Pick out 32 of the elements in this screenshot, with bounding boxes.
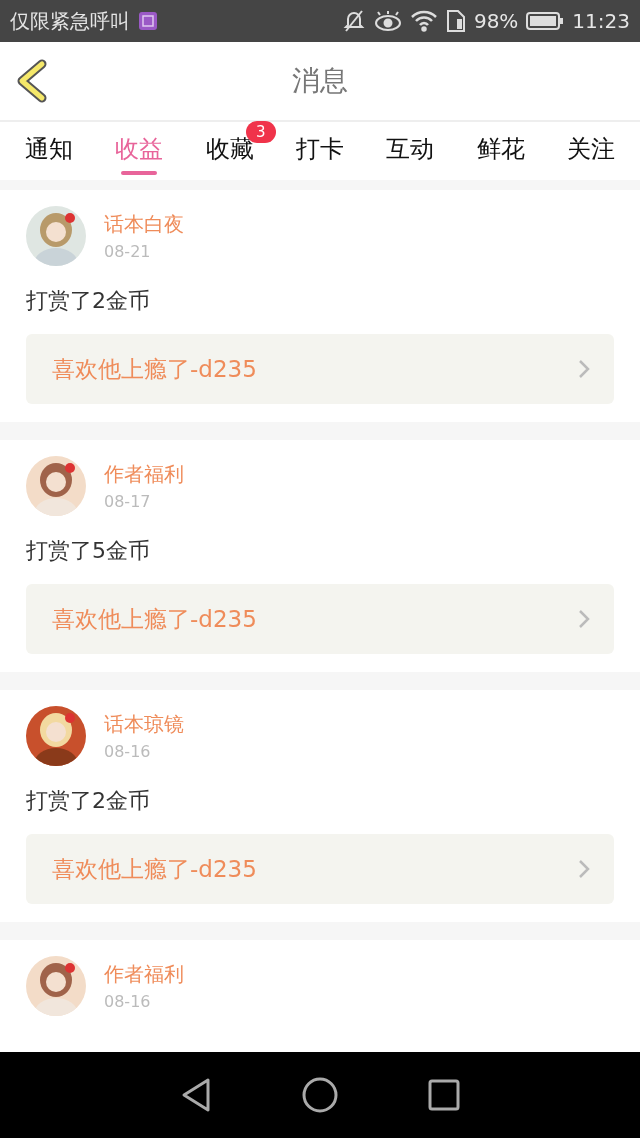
tab[interactable]: 互动 bbox=[382, 127, 439, 175]
tab[interactable]: 关注 bbox=[562, 127, 619, 175]
sim-card-icon bbox=[445, 9, 466, 33]
page-title: 消息 bbox=[292, 63, 348, 99]
message-date: 08-16 bbox=[104, 742, 152, 761]
sender-name: 话本白夜 bbox=[104, 211, 184, 238]
sender-name: 话本琼镜 bbox=[104, 711, 184, 738]
sender-name: 作者福利 bbox=[104, 461, 184, 488]
clock-time: 11:23 bbox=[572, 9, 630, 33]
recents-nav-button[interactable] bbox=[428, 1079, 460, 1111]
back-nav-button[interactable] bbox=[180, 1077, 212, 1113]
message-text: 打赏了2金币 bbox=[26, 787, 151, 815]
message-date: 08-21 bbox=[104, 242, 152, 261]
message-text: 打赏了2金币 bbox=[26, 287, 151, 315]
eye-icon bbox=[373, 10, 402, 32]
wifi-icon bbox=[409, 10, 438, 32]
tab[interactable]: 打卡 bbox=[292, 127, 348, 175]
battery-icon bbox=[526, 11, 565, 31]
sender-name: 作者福利 bbox=[104, 961, 184, 988]
battery-percent: 98% bbox=[473, 9, 519, 33]
message-date: 08-16 bbox=[104, 992, 152, 1011]
chevron-right-icon bbox=[578, 609, 590, 629]
tab[interactable]: 鲜花 bbox=[472, 127, 529, 175]
message-text: 打赏了5金币 bbox=[26, 537, 151, 565]
image-icon bbox=[138, 11, 158, 31]
mute-icon bbox=[341, 9, 366, 33]
chevron-right-icon bbox=[578, 859, 590, 879]
message-date: 08-17 bbox=[104, 492, 152, 511]
tab[interactable]: 通知 bbox=[21, 127, 78, 175]
home-nav-button[interactable] bbox=[302, 1077, 338, 1113]
status-text: 仅限紧急呼叫 bbox=[10, 7, 130, 35]
chevron-right-icon bbox=[578, 359, 590, 379]
